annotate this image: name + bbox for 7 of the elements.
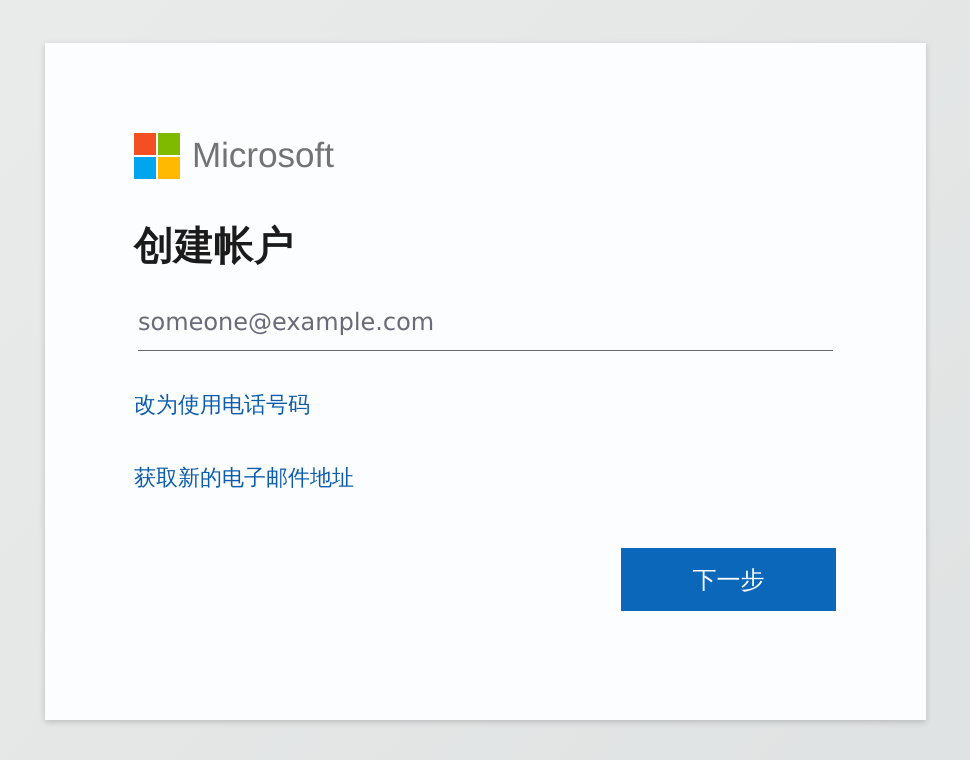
link[interactable]: 获取新的电子邮件地址 — [134, 464, 354, 494]
page-title: 创建帐户 — [134, 222, 295, 271]
next-button[interactable]: 下一步 — [621, 548, 836, 611]
link[interactable]: 改为使用电话号码 — [134, 391, 310, 421]
email-field[interactable]: someone@example.com — [138, 302, 833, 351]
logo-icon — [134, 133, 180, 179]
logo-text: Microsoft — [192, 136, 334, 176]
